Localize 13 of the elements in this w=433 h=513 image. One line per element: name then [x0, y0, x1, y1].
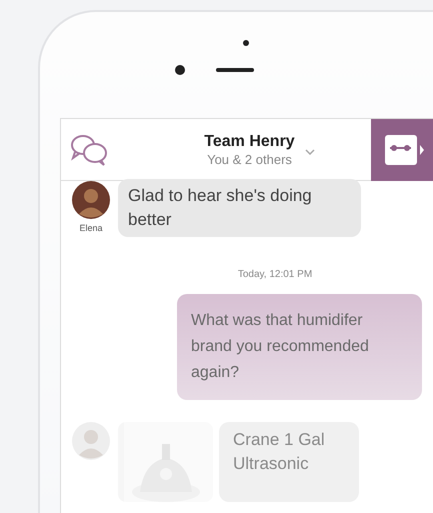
chat-subtitle: You & 2 others [207, 152, 292, 166]
timestamp: Today, 12:01 PM [236, 268, 314, 282]
chat-icon[interactable] [70, 132, 110, 166]
message-bubble: Crane 1 Gal Ultrasonic [219, 422, 359, 502]
caret-icon[interactable] [304, 148, 315, 154]
chat-title: Team Henry [204, 132, 295, 150]
device-button[interactable] [371, 119, 433, 180]
message-bubble: Glad to hear she's doing better [118, 179, 361, 237]
device-icon [385, 134, 425, 164]
avatar [72, 181, 110, 219]
avatar [72, 422, 110, 460]
message-bubble: What was that humidifer brand you recommended again? [177, 294, 422, 400]
sender-name: Elena [79, 223, 103, 233]
